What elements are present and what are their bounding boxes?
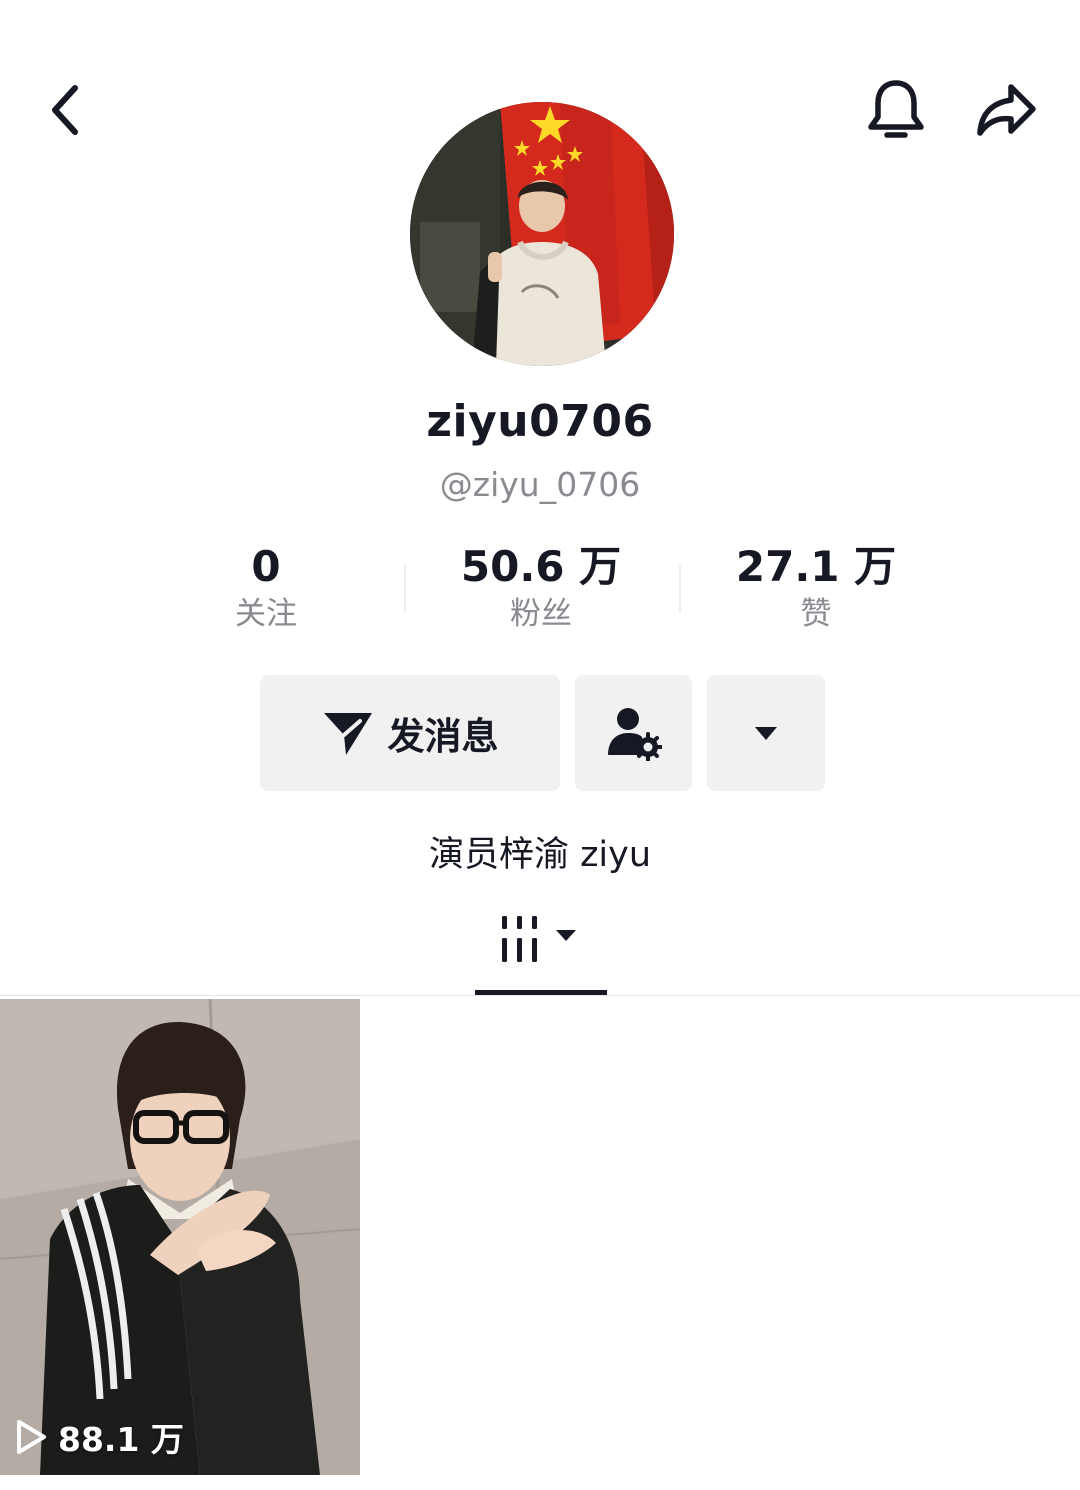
video-play-count-value: 88.1 万 [58,1420,184,1459]
stat-following-value: 0 [251,542,281,591]
stat-followers-label: 粉丝 [510,596,572,632]
avatar-image [410,102,674,366]
profile-bio: 演员梓渝 ziyu [428,835,652,875]
tab-videos[interactable] [475,910,607,996]
stat-likes[interactable]: 27.1 万 赞 [686,540,946,634]
video-thumbnail-image [0,999,360,1475]
stat-following-label: 关注 [235,596,297,632]
video-play-count: 88.1 万 [14,1413,184,1461]
stat-likes-label: 赞 [800,596,832,632]
stat-likes-value: 27.1 万 [735,542,897,591]
notification-bell-button[interactable] [858,70,934,150]
chevron-left-icon [52,85,78,135]
follow-settings-button[interactable] [575,675,692,791]
send-icon [323,713,372,755]
send-message-button[interactable]: 发消息 [260,675,560,791]
grid-columns-icon [502,916,576,962]
stat-followers[interactable]: 50.6 万 粉丝 [411,540,671,634]
user-settings-icon [607,708,662,761]
caret-down-icon [755,727,777,740]
more-options-button[interactable] [707,675,825,791]
send-message-label: 发消息 [387,715,499,758]
stat-followers-value: 50.6 万 [460,542,622,591]
stat-following[interactable]: 0 关注 [136,540,396,634]
tab-divider [0,995,1080,996]
back-button[interactable] [30,70,100,150]
share-arrow-icon [977,84,1036,136]
share-button[interactable] [966,70,1046,150]
profile-handle[interactable]: @ziyu_0706 [0,465,1080,504]
video-thumbnail[interactable]: 88.1 万 [0,999,360,1475]
profile-nickname: ziyu0706 [426,396,654,447]
avatar[interactable] [410,102,674,366]
bell-icon [868,80,924,138]
profile-page: ziyu0706 @ziyu_0706 0 关注 50.6 万 粉丝 27.1 … [0,0,1080,1490]
stat-divider [404,565,406,613]
play-icon [17,1420,46,1454]
stat-divider [679,565,681,613]
